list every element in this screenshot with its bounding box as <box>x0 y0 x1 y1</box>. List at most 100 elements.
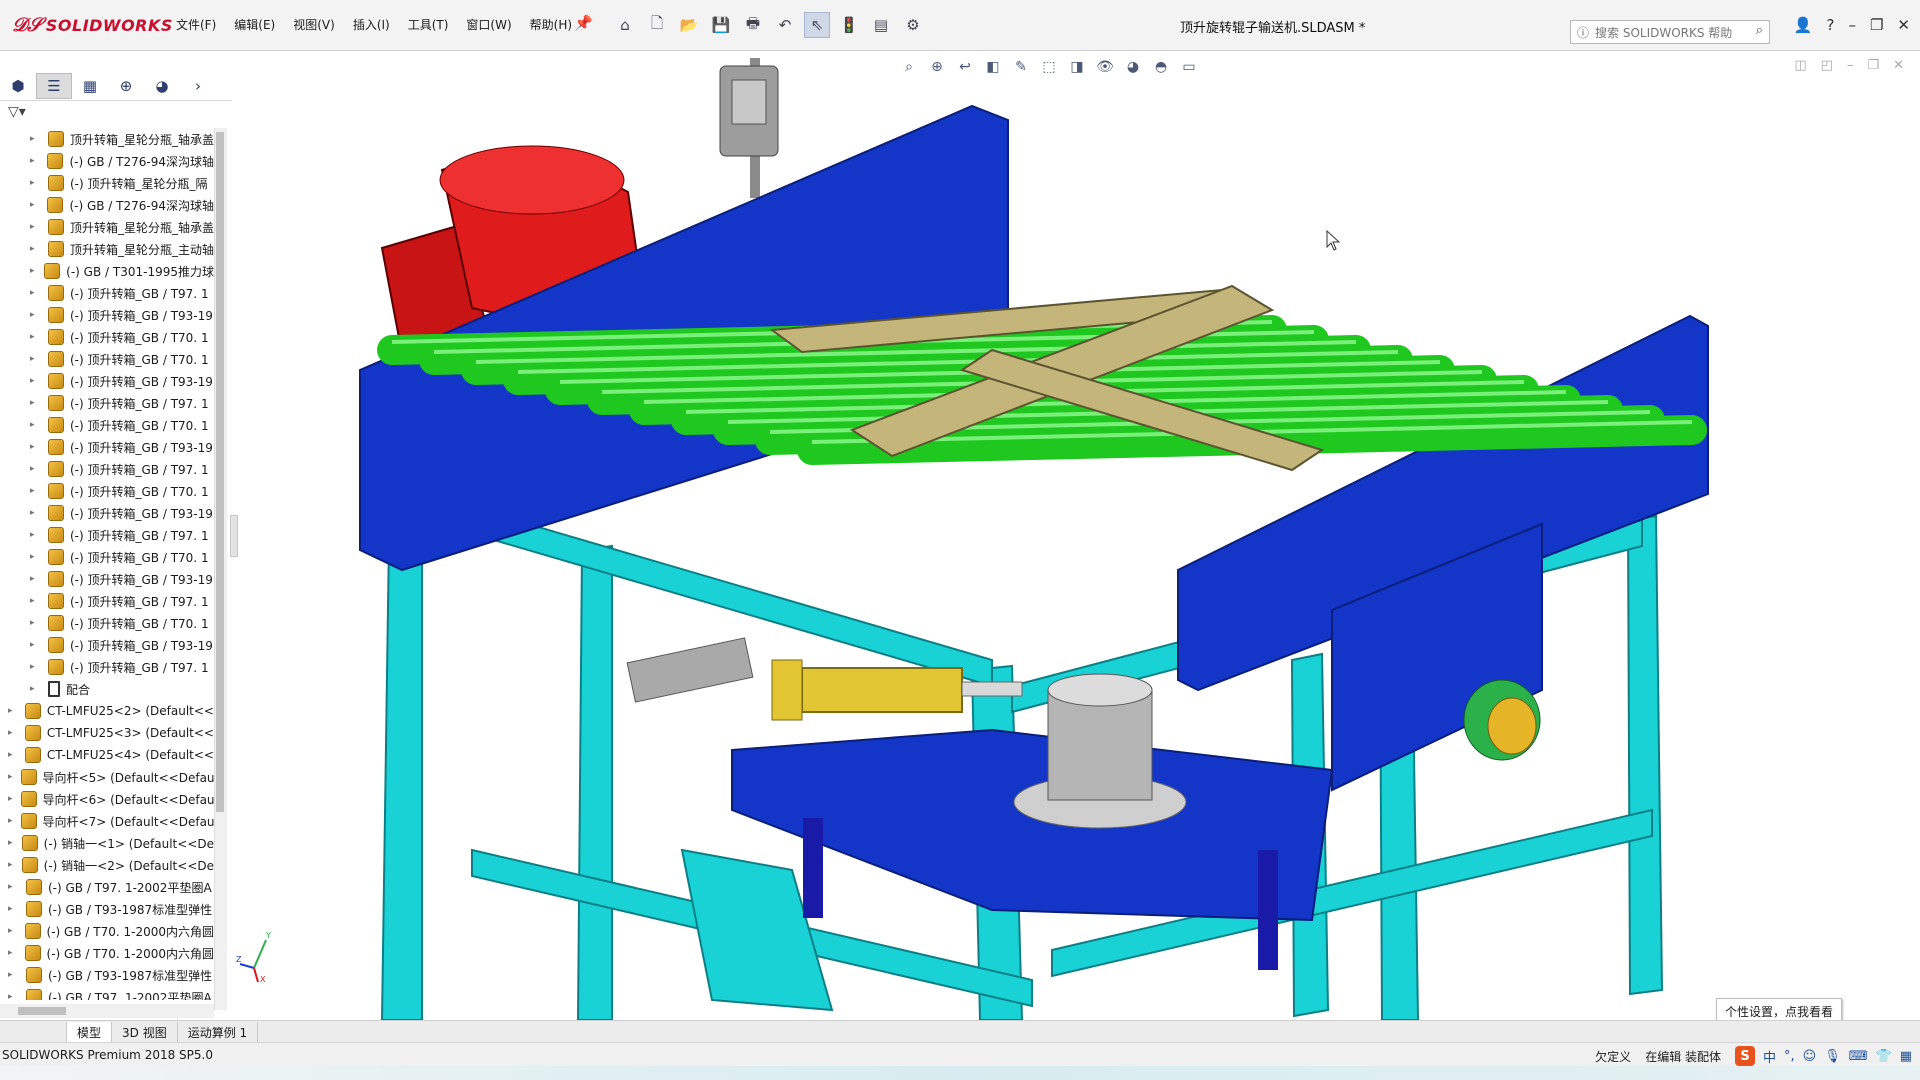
tab-motion-study[interactable]: 运动算例 1 <box>178 1022 259 1042</box>
tree-item[interactable]: ▸ (-) 顶升转箱_GB / T97. 1 <box>0 656 214 678</box>
tree-item[interactable]: ▸ (-) GB / T93-1987标准型弹性 <box>0 898 214 920</box>
expand-chevron-icon[interactable]: ▸ <box>30 420 40 430</box>
minimize-icon[interactable]: – <box>1848 16 1856 34</box>
help-search-input[interactable]: ⓘ 搜索 SOLIDWORKS 帮助 ⌕ <box>1570 20 1770 44</box>
tree-item[interactable]: ▸ 导向杆<7> (Default<<Defau <box>0 810 214 832</box>
menu-view[interactable]: 视图(V) <box>293 16 335 33</box>
expand-chevron-icon[interactable]: ▸ <box>30 200 39 210</box>
expand-chevron-icon[interactable]: ▸ <box>30 486 40 496</box>
expand-chevron-icon[interactable]: ▸ <box>30 574 40 584</box>
sogou-ime-icon[interactable]: S <box>1735 1046 1756 1066</box>
tree-item[interactable]: ▸ (-) GB / T301-1995推力球 <box>0 260 214 282</box>
graphics-area[interactable] <box>232 50 1920 1020</box>
home-icon[interactable]: ⌂ <box>612 12 638 38</box>
rebuild-icon[interactable]: 🚦 <box>836 12 862 38</box>
file-properties-icon[interactable]: ▤ <box>868 12 894 38</box>
pin-icon[interactable]: 📌 <box>574 14 593 32</box>
appearance-tab-icon[interactable]: ◕ <box>144 73 180 99</box>
expand-chevron-icon[interactable]: ▸ <box>8 838 14 848</box>
expand-chevron-icon[interactable]: ▸ <box>30 662 40 672</box>
restore-icon[interactable]: ❐ <box>1870 16 1883 34</box>
tree-item[interactable]: ▸ (-) 顶升转箱_GB / T93-19 <box>0 370 214 392</box>
expand-chevron-icon[interactable]: ▸ <box>8 860 14 870</box>
expand-chevron-icon[interactable]: ▸ <box>30 244 40 254</box>
tree-item[interactable]: ▸ (-) GB / T276-94深沟球轴 <box>0 194 214 216</box>
tree-item[interactable]: ▸ 导向杆<6> (Default<<Defau <box>0 788 214 810</box>
tree-scroll-thumb[interactable] <box>216 132 224 812</box>
expand-chevron-icon[interactable]: ▸ <box>30 552 40 562</box>
expand-chevron-icon[interactable]: ▸ <box>30 156 39 166</box>
expand-chevron-icon[interactable]: ▸ <box>8 794 13 804</box>
expand-chevron-icon[interactable]: ▸ <box>30 442 40 452</box>
tree-item[interactable]: ▸ 顶升转箱_星轮分瓶_轴承盖 <box>0 216 214 238</box>
expand-chevron-icon[interactable]: ▸ <box>8 772 13 782</box>
menu-window[interactable]: 窗口(W) <box>466 16 511 33</box>
expand-chevron-icon[interactable]: ▸ <box>30 618 40 628</box>
open-icon[interactable]: 📂 <box>676 12 702 38</box>
new-document-icon[interactable]: 🗋 <box>644 12 670 38</box>
tree-item[interactable]: ▸ (-) GB / T97. 1-2002平垫圈A <box>0 876 214 898</box>
tree-item[interactable]: ▸ (-) 销轴一<1> (Default<<De <box>0 832 214 854</box>
expand-chevron-icon[interactable]: ▸ <box>30 222 40 232</box>
property-manager-tab-icon[interactable]: ▦ <box>72 73 108 99</box>
tree-item[interactable]: ▸ (-) 顶升转箱_GB / T93-19 <box>0 568 214 590</box>
expand-chevron-icon[interactable]: ▸ <box>8 816 13 826</box>
tree-item[interactable]: ▸ (-) 顶升转箱_GB / T70. 1 <box>0 348 214 370</box>
tree-item[interactable]: ▸ (-) GB / T70. 1-2000内六角圆 <box>0 920 214 942</box>
menu-tools[interactable]: 工具(T) <box>408 16 449 33</box>
expand-chevron-icon[interactable]: ▸ <box>30 398 40 408</box>
expand-chevron-icon[interactable]: ▸ <box>30 596 40 606</box>
ime-voice-icon[interactable]: 🎙 <box>1824 1049 1841 1064</box>
tree-item[interactable]: ▸ (-) 顶升转箱_GB / T70. 1 <box>0 612 214 634</box>
user-icon[interactable]: 👤 <box>1794 16 1813 34</box>
undo-icon[interactable]: ↶ <box>772 12 798 38</box>
tab-nav-arrows[interactable] <box>0 1022 67 1042</box>
solidworks-logo[interactable]: 𝒟𝒮 SOLIDWORKS <box>12 11 172 39</box>
expand-chevron-icon[interactable]: ▸ <box>30 376 40 386</box>
help-icon[interactable]: ? <box>1827 16 1835 34</box>
expand-chevron-icon[interactable]: ▸ <box>30 640 40 650</box>
tree-item[interactable]: ▸ (-) GB / T70. 1-2000内六角圆 <box>0 942 214 964</box>
expand-chevron-icon[interactable]: ▸ <box>30 134 40 144</box>
more-tabs-chevron-icon[interactable]: › <box>180 73 216 99</box>
tab-model[interactable]: 模型 <box>67 1022 113 1042</box>
expand-chevron-icon[interactable]: ▸ <box>30 530 40 540</box>
tree-item[interactable]: ▸ (-) 顶升转箱_GB / T93-19 <box>0 436 214 458</box>
tree-item[interactable]: ▸ (-) 顶升转箱_GB / T97. 1 <box>0 458 214 480</box>
menu-edit[interactable]: 编辑(E) <box>234 16 275 33</box>
search-icon[interactable]: ⌕ <box>1756 23 1763 38</box>
expand-chevron-icon[interactable]: ▸ <box>8 926 17 936</box>
tree-item[interactable]: ▸ (-) 顶升转箱_GB / T97. 1 <box>0 392 214 414</box>
tree-item[interactable]: ▸ (-) 顶升转箱_GB / T93-19 <box>0 304 214 326</box>
ime-lang-toggle[interactable]: 中 <box>1763 1047 1776 1066</box>
expand-chevron-icon[interactable]: ▸ <box>8 728 17 738</box>
tree-item[interactable]: ▸ 顶升转箱_星轮分瓶_轴承盖 <box>0 128 214 150</box>
tab-3d-views[interactable]: 3D 视图 <box>112 1022 178 1042</box>
filter-icon[interactable]: ▽▾ <box>8 104 26 120</box>
expand-chevron-icon[interactable]: ▸ <box>30 508 40 518</box>
tree-item[interactable]: ▸ (-) GB / T97. 1-2002平垫圈A <box>0 986 214 1000</box>
expand-chevron-icon[interactable]: ▸ <box>8 706 17 716</box>
expand-chevron-icon[interactable]: ▸ <box>30 178 40 188</box>
expand-chevron-icon[interactable]: ▸ <box>30 288 40 298</box>
tree-item[interactable]: ▸ 配合 <box>0 678 214 700</box>
menu-help[interactable]: 帮助(H) <box>530 16 572 33</box>
expand-chevron-icon[interactable]: ▸ <box>30 332 40 342</box>
ime-skin-icon[interactable]: 👕 <box>1876 1049 1892 1064</box>
save-icon[interactable]: 💾 <box>708 12 734 38</box>
expand-chevron-icon[interactable]: ▸ <box>30 310 40 320</box>
menu-file[interactable]: 文件(F) <box>176 16 216 33</box>
ime-menu-icon[interactable]: ▦ <box>1900 1049 1912 1064</box>
print-icon[interactable]: 🖶 <box>740 12 766 38</box>
expand-chevron-icon[interactable]: ▸ <box>8 750 17 760</box>
ime-emoji-icon[interactable]: ☺ <box>1803 1049 1817 1064</box>
tree-item[interactable]: ▸ CT-LMFU25<2> (Default<< <box>0 700 214 722</box>
expand-chevron-icon[interactable]: ▸ <box>30 354 40 364</box>
tree-item[interactable]: ▸ (-) 顶升转箱_GB / T70. 1 <box>0 546 214 568</box>
tree-item[interactable]: ▸ (-) GB / T93-1987标准型弹性 <box>0 964 214 986</box>
tree-item[interactable]: ▸ (-) 顶升转箱_GB / T97. 1 <box>0 590 214 612</box>
configuration-manager-tab-icon[interactable]: ⊕ <box>108 73 144 99</box>
tree-item[interactable]: ▸ (-) 顶升转箱_GB / T70. 1 <box>0 326 214 348</box>
tree-item[interactable]: ▸ (-) 顶升转箱_GB / T97. 1 <box>0 282 214 304</box>
expand-chevron-icon[interactable]: ▸ <box>30 464 40 474</box>
